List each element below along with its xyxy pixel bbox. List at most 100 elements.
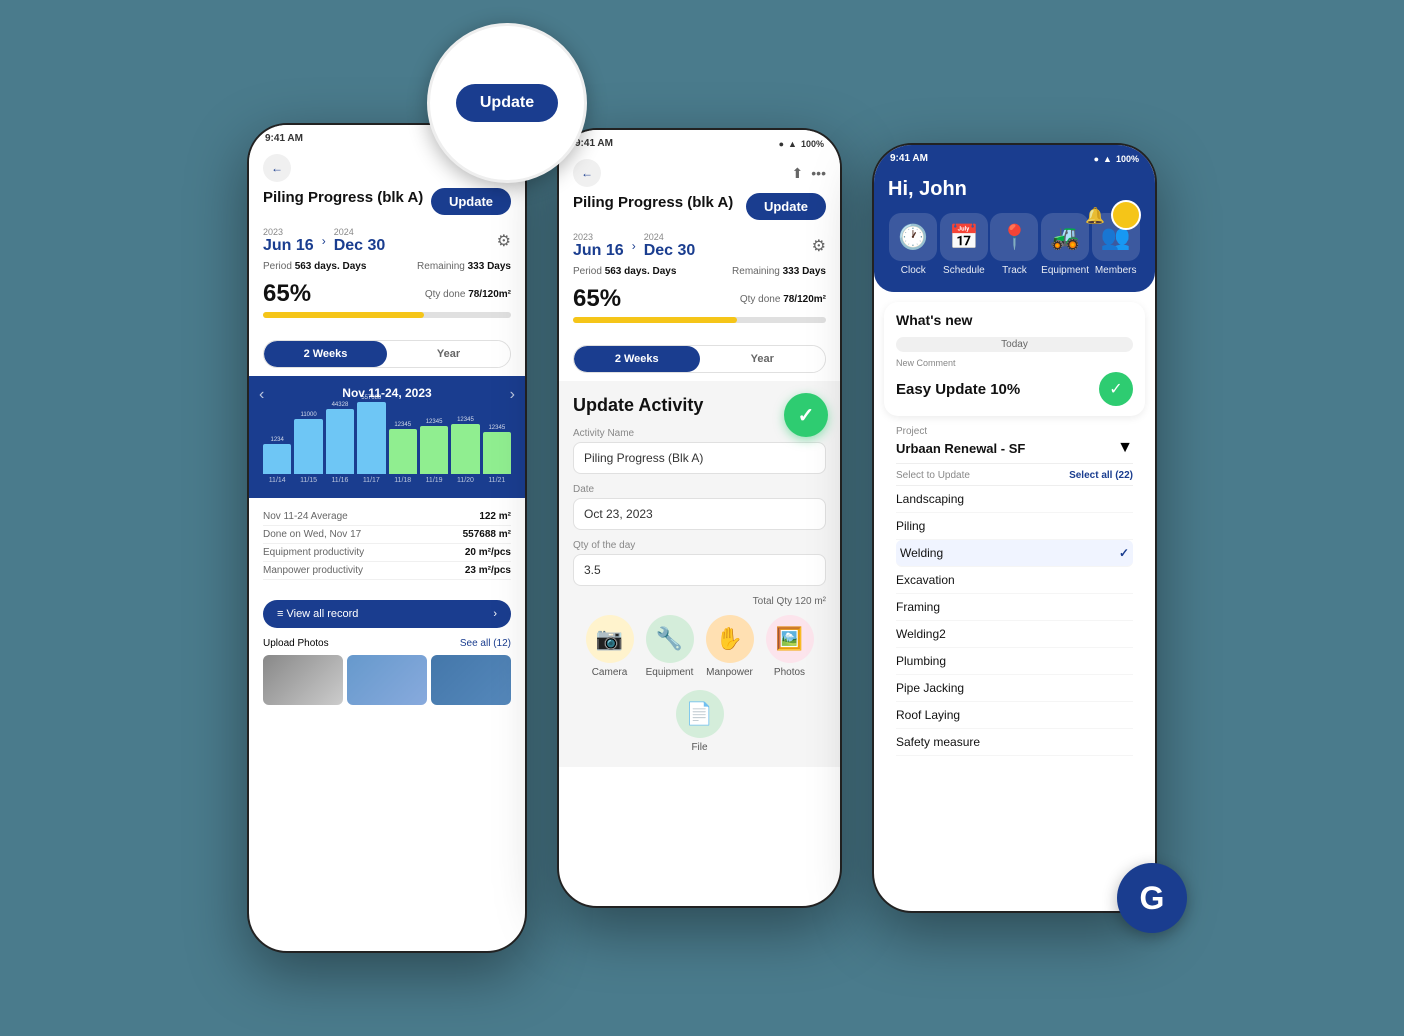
bar-col-4: 12345 11/18 [389,422,417,484]
nav-bar-2: ← ⬆ ••• [559,153,840,193]
view-all-button-1[interactable]: ≡ View all record › [263,600,511,628]
bar-col-1: 11000 11/15 [294,412,322,484]
settings-icon-2[interactable]: ⚙ [812,236,826,256]
percent-value-2: 65% [573,285,621,313]
update-button-2[interactable]: Update [746,193,826,220]
tab-2weeks-2[interactable]: 2 Weeks [574,346,700,372]
attach-file[interactable]: 📄 File [676,690,724,753]
greeting-text: Hi, John [888,178,1141,201]
tab-row-1: 2 Weeks Year [263,340,511,368]
select-all-link[interactable]: Select all (22) [1069,470,1133,481]
project-section: Project Urbaan Renewal - SF ▼ Select to … [884,426,1145,756]
list-item-welding2[interactable]: Welding2 [896,621,1133,648]
qa-track[interactable]: 📍 Track [990,213,1038,276]
avatar[interactable] [1111,200,1141,230]
grammarly-button[interactable]: G [1117,863,1187,933]
attach-manpower[interactable]: ✋ Manpower [706,615,754,678]
stat-avg: Nov 11-24 Average 122 m² [263,508,511,526]
qa-equipment[interactable]: 🚜 Equipment [1041,213,1089,276]
period-row-1: Period 563 days. Days Remaining 333 Days [249,259,525,274]
list-item-roof-laying[interactable]: Roof Laying [896,702,1133,729]
status-time-1: 9:41 AM [265,133,303,144]
status-time-3: 9:41 AM [890,153,928,164]
photo-3 [431,655,511,705]
stat-done: Done on Wed, Nov 17 557688 m² [263,526,511,544]
date-range-1: 2023 Jun 16 › 2024 Dec 30 ⚙ [249,223,525,259]
attach-camera[interactable]: 📷 Camera [586,615,634,678]
magnify-update-btn[interactable]: Update [456,84,558,122]
form-group-date: Date Oct 23, 2023 [573,484,826,530]
photos-section-1: Upload Photos See all (12) [249,638,525,705]
form-group-activity-name: Activity Name Piling Progress (Blk A) [573,428,826,474]
qa-clock[interactable]: 🕐 Clock [889,213,937,276]
tab-row-2: 2 Weeks Year [573,345,826,373]
project-dropdown[interactable]: Urbaan Renewal - SF ▼ [896,439,1133,464]
update-button-1[interactable]: Update [431,188,511,215]
status-icons-3: ● ▲ 100% [1094,154,1139,164]
bar-col-7: 12345 11/21 [483,425,511,484]
list-item-plumbing[interactable]: Plumbing [896,648,1133,675]
status-bar-3: 9:41 AM ● ▲ 100% [874,145,1155,168]
progress-bar-fill-1 [263,312,424,318]
activity-header-2: Piling Progress (blk A) Update [559,193,840,228]
select-update-row: Select to Update Select all (22) [896,464,1133,486]
progress-section-1: 65% Qty done 78/120m² [249,274,525,332]
attach-equipment[interactable]: 🔧 Equipment [646,615,694,678]
form-group-qty: Qty of the day 3.5 [573,540,826,586]
total-qty-label: Total Qty 120 m² [573,596,826,607]
attachments-grid: 📷 Camera 🔧 Equipment ✋ Manpower 🖼️ Photo… [573,615,826,753]
stat-manpower: Manpower productivity 23 m²/pcs [263,562,511,580]
status-icons-2: ● ▲ 100% [779,139,824,149]
easy-update-row: Easy Update 10% ✓ [896,372,1133,406]
chart-next-1[interactable]: › [510,386,515,404]
activity-title-2: Piling Progress (blk A) [573,194,733,211]
list-item-piling[interactable]: Piling [896,513,1133,540]
activity-list: Landscaping Piling Welding ✓ Excavation … [896,486,1133,756]
list-item-pipe-jacking[interactable]: Pipe Jacking [896,675,1133,702]
easy-update-check[interactable]: ✓ [1099,372,1133,406]
chart-prev-1[interactable]: ‹ [259,386,264,404]
list-item-welding[interactable]: Welding ✓ [896,540,1133,567]
list-item-safety[interactable]: Safety measure [896,729,1133,756]
new-comment-label: New Comment [896,358,1133,368]
list-item-excavation[interactable]: Excavation [896,567,1133,594]
attach-photos[interactable]: 🖼️ Photos [766,615,814,678]
green-check-btn-2[interactable]: ✓ [784,393,828,437]
photo-2 [347,655,427,705]
chart-area-1: ‹ Nov 11-24, 2023 › 1234 11/14 11000 11/… [249,376,525,498]
date-range-2: 2023 Jun 16 › 2024 Dec 30 ⚙ [559,228,840,264]
bar-col-2: 44328 11/16 [326,402,354,484]
back-button-2[interactable]: ← [573,159,601,187]
dashboard-header: 🔔 Hi, John 🕐 Clock 📅 Schedule 📍 T [874,168,1155,292]
date-input[interactable]: Oct 23, 2023 [573,498,826,530]
activity-header-1: Piling Progress (blk A) Update [249,188,525,223]
magnify-circle: Update [427,23,587,183]
list-item-landscaping[interactable]: Landscaping [896,486,1133,513]
whats-new-title: What's new [896,312,1133,328]
status-time-2: 9:41 AM [575,138,613,149]
photo-1 [263,655,343,705]
settings-icon-1[interactable]: ⚙ [497,231,511,251]
tab-2weeks-1[interactable]: 2 Weeks [264,341,387,367]
arrow-icon-2: › [632,239,636,253]
bar-col-0: 1234 11/14 [263,437,291,484]
stats-section-1: Nov 11-24 Average 122 m² Done on Wed, No… [249,498,525,590]
back-button-1[interactable]: ← [263,154,291,182]
progress-bar-fill-2 [573,317,737,323]
list-item-framing[interactable]: Framing [896,594,1133,621]
today-badge: Today [896,337,1133,352]
progress-section-2: 65% Qty done 78/120m² [559,279,840,337]
qty-input[interactable]: 3.5 [573,554,826,586]
bell-icon[interactable]: 🔔 [1085,206,1105,226]
tab-year-2[interactable]: Year [700,346,826,372]
qa-schedule[interactable]: 📅 Schedule [940,213,988,276]
percent-value-1: 65% [263,280,311,308]
update-activity-panel: ✓ Update Activity Activity Name Piling P… [559,381,840,767]
whats-new-section: What's new Today New Comment Easy Update… [884,302,1145,416]
status-bar-2: 9:41 AM ● ▲ 100% [559,130,840,153]
activity-name-input[interactable]: Piling Progress (Blk A) [573,442,826,474]
activity-title-1: Piling Progress (blk A) [263,189,423,206]
photos-grid-1 [263,655,511,705]
bar-col-6: 12345 11/20 [451,417,479,484]
tab-year-1[interactable]: Year [387,341,510,367]
